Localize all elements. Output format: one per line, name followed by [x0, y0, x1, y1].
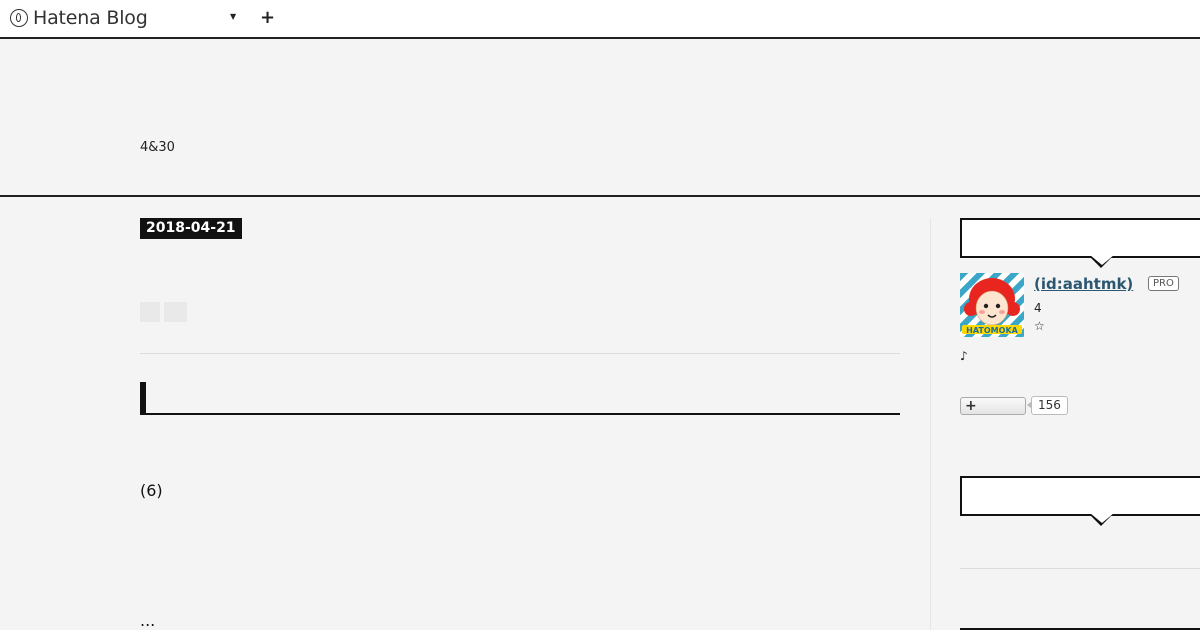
caret-down-icon[interactable]: ▼	[230, 12, 236, 21]
entry-paragraph: ...	[140, 611, 156, 630]
entry-divider	[140, 353, 900, 354]
pro-badge: PRO	[1148, 276, 1179, 291]
profile-star-line: ☆	[1034, 319, 1045, 333]
title-glyph-block	[164, 302, 187, 322]
plus-icon: +	[965, 398, 977, 414]
blog-title-band: 4&30	[0, 39, 1200, 197]
add-plus-button[interactable]: +	[260, 7, 275, 28]
title-glyph-block	[140, 302, 160, 322]
entry-date-badge[interactable]: 2018-04-21	[140, 218, 242, 239]
entry-paragraph: (6)	[140, 481, 163, 500]
hatena-blog-logo[interactable]: Hatena Blog	[10, 7, 148, 29]
hatena-logo-icon	[10, 9, 28, 27]
follower-count[interactable]: 156	[1027, 396, 1068, 415]
sidebar-module-heading	[960, 476, 1200, 526]
entry-title[interactable]	[140, 302, 187, 322]
global-header: Hatena Blog ▼ +	[0, 0, 1200, 39]
profile-username-link[interactable]: (id:aahtmk)	[1034, 275, 1133, 293]
profile-note-line: ♪	[960, 349, 968, 363]
sidebar-divider-line	[960, 568, 1200, 569]
svg-text:HATOMOKA: HATOMOKA	[966, 326, 1018, 335]
brand-text: Hatena Blog	[33, 7, 148, 29]
avatar-illustration: HATOMOKA	[962, 278, 1022, 335]
profile-avatar[interactable]: HATOMOKA	[960, 273, 1024, 337]
section-heading	[140, 382, 900, 415]
profile-text-line: 4	[1034, 301, 1042, 315]
follow-button[interactable]: +	[960, 397, 1026, 415]
blog-description: 4&30	[140, 140, 175, 155]
sidebar-module-heading	[960, 218, 1200, 268]
sidebar-divider	[930, 218, 931, 630]
